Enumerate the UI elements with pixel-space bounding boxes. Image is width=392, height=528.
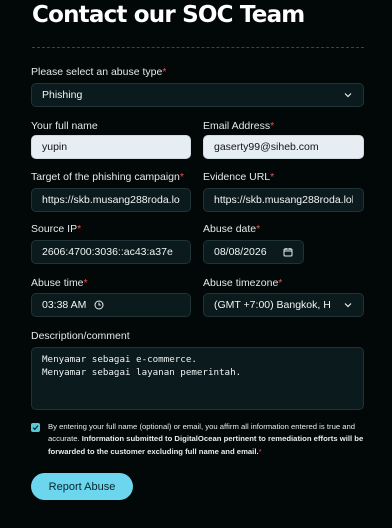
required-mark: * — [270, 120, 275, 132]
abuse-date-label: Abuse date* — [203, 223, 260, 235]
consent-text-bold: Information submitted to DigitalOcean pe… — [48, 434, 364, 456]
target-input[interactable]: https://skb.musang288roda.lol/i — [31, 188, 191, 212]
calendar-icon[interactable] — [283, 247, 293, 257]
abuse-time-value: 03:38 AM — [42, 299, 87, 311]
target-label: Target of the phishing campaign* — [31, 171, 184, 183]
timezone-label: Abuse timezone* — [203, 277, 282, 289]
required-mark: * — [77, 223, 82, 235]
chevron-down-icon — [344, 93, 352, 98]
full-name-value: yupin — [42, 141, 68, 153]
timezone-label-text: Abuse timezone — [203, 277, 279, 289]
chevron-down-icon — [344, 303, 352, 308]
abuse-date-value: 08/08/2026 — [214, 246, 267, 258]
divider — [32, 47, 364, 48]
timezone-select[interactable]: (GMT +7:00) Bangkok, H — [203, 293, 364, 317]
required-mark: * — [278, 277, 283, 289]
email-label: Email Address* — [203, 120, 274, 132]
full-name-input[interactable]: yupin — [31, 135, 191, 159]
evidence-value: https://skb.musang288roda.lol/i — [214, 194, 353, 206]
abuse-date-label-text: Abuse date — [203, 223, 257, 235]
required-mark: * — [162, 66, 167, 78]
evidence-label-text: Evidence URL — [203, 171, 271, 183]
clock-icon[interactable] — [94, 300, 104, 310]
consent-text: By entering your full name (optional) or… — [48, 421, 370, 458]
checkmark-icon — [32, 425, 39, 431]
description-label: Description/comment — [31, 330, 130, 342]
abuse-date-input[interactable]: 08/08/2026 — [203, 240, 304, 264]
abuse-time-input[interactable]: 03:38 AM — [31, 293, 191, 317]
email-input[interactable]: gaserty99@siheb.com — [203, 135, 364, 159]
required-mark: * — [258, 446, 262, 456]
report-abuse-button[interactable]: Report Abuse — [31, 473, 133, 500]
required-mark: * — [270, 171, 275, 183]
required-mark: * — [83, 277, 88, 289]
required-mark: * — [256, 223, 261, 235]
source-ip-input[interactable]: 2606:4700:3036::ac43:a37e — [31, 240, 191, 264]
description-textarea[interactable]: Menyamar sebagai e-commerce. Menyamar se… — [31, 347, 364, 410]
email-value: gaserty99@siheb.com — [214, 141, 319, 153]
source-ip-label-text: Source IP — [31, 223, 78, 235]
abuse-type-label: Please select an abuse type* — [31, 66, 166, 78]
required-mark: * — [179, 171, 184, 183]
evidence-label: Evidence URL* — [203, 171, 274, 183]
source-ip-value: 2606:4700:3036::ac43:a37e — [42, 246, 173, 258]
timezone-value: (GMT +7:00) Bangkok, H — [214, 299, 331, 311]
evidence-input[interactable]: https://skb.musang288roda.lol/i — [203, 188, 364, 212]
abuse-time-label-text: Abuse time — [31, 277, 84, 289]
abuse-type-value: Phishing — [42, 89, 83, 101]
source-ip-label: Source IP* — [31, 223, 81, 235]
consent-checkbox[interactable] — [31, 423, 40, 432]
page-title: Contact our SOC Team — [32, 2, 305, 28]
abuse-type-select[interactable]: Phishing — [31, 83, 364, 107]
target-value: https://skb.musang288roda.lol/i — [42, 194, 180, 206]
full-name-label: Your full name — [31, 120, 98, 132]
description-label-text: Description/comment — [31, 330, 130, 342]
full-name-label-text: Your full name — [31, 120, 98, 132]
abuse-type-label-text: Please select an abuse type — [31, 66, 163, 78]
abuse-time-label: Abuse time* — [31, 277, 88, 289]
email-label-text: Email Address — [203, 120, 271, 132]
target-label-text: Target of the phishing campaign — [31, 171, 180, 183]
